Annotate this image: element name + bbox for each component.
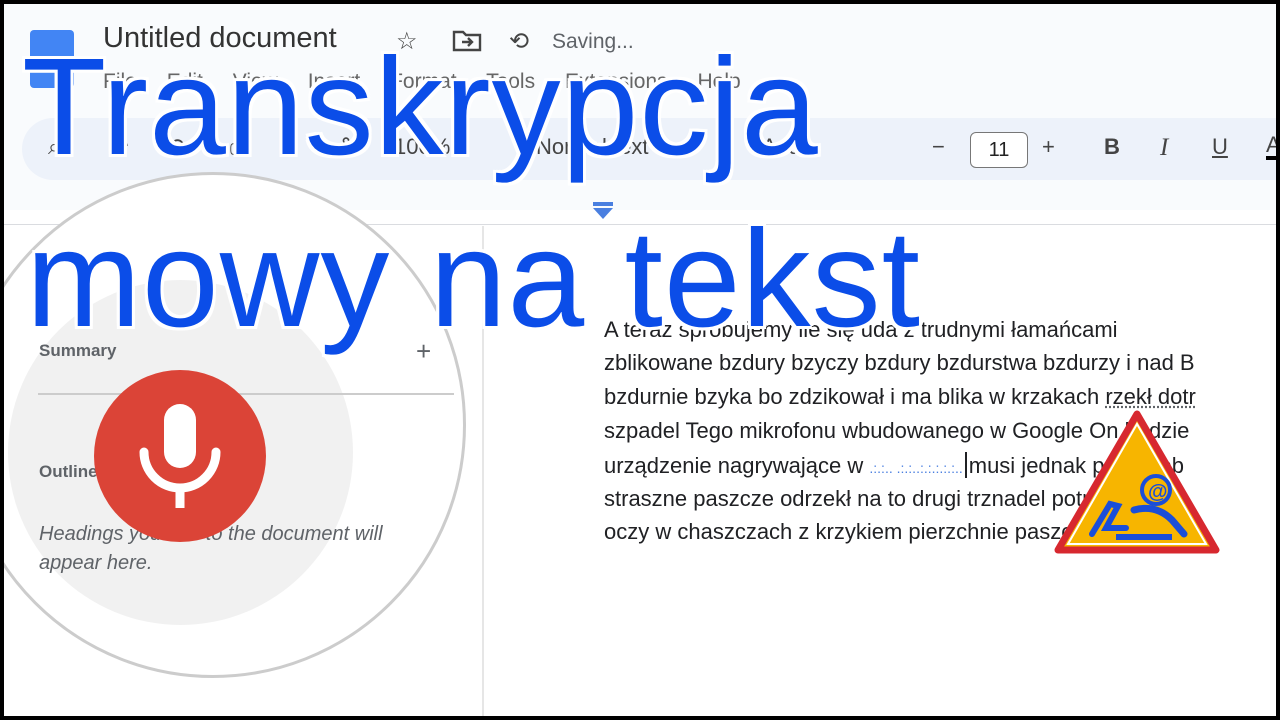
doc-line-3-text: bzdurnie bzyka bo zdzikował i ma blika w… [604,384,1100,409]
microphone-icon [139,404,221,508]
doc-line-3-suggestion[interactable]: rzekł dotr [1105,384,1195,409]
text-cursor [964,452,967,478]
warning-sign-icon: @ [1054,410,1220,554]
overlay-title-line-2: mowy na tekst [26,202,921,356]
voice-typing-button[interactable] [94,370,266,542]
svg-text:@: @ [1148,481,1168,503]
outline-label: Outline [39,462,98,481]
underline-button[interactable]: U [1212,134,1228,160]
italic-button[interactable]: I [1160,134,1168,162]
increase-font-size-button[interactable]: + [1042,134,1055,160]
decrease-font-size-button[interactable]: − [932,134,945,160]
doc-line-3: bzdurnie bzyka bo zdzikował i ma blika w… [604,384,1196,410]
doc-line-7: oczy w chaszczach z krzykiem pierzchnie … [604,519,1127,544]
outline-hint: Headings you add to the document will ap… [39,523,383,574]
doc-line-5-pending-dots: .:.:.. .:.:..:.:.:.:.:.. [869,460,963,476]
text-color-button[interactable]: A [1266,134,1280,160]
doc-line-5-text: urządzenie nagrywające w [604,453,864,478]
overlay-title-line-1: Transkrypcja [22,30,819,184]
font-size-input[interactable]: 11 [970,132,1028,168]
summary-divider [38,393,454,395]
bold-button[interactable]: B [1104,134,1120,160]
